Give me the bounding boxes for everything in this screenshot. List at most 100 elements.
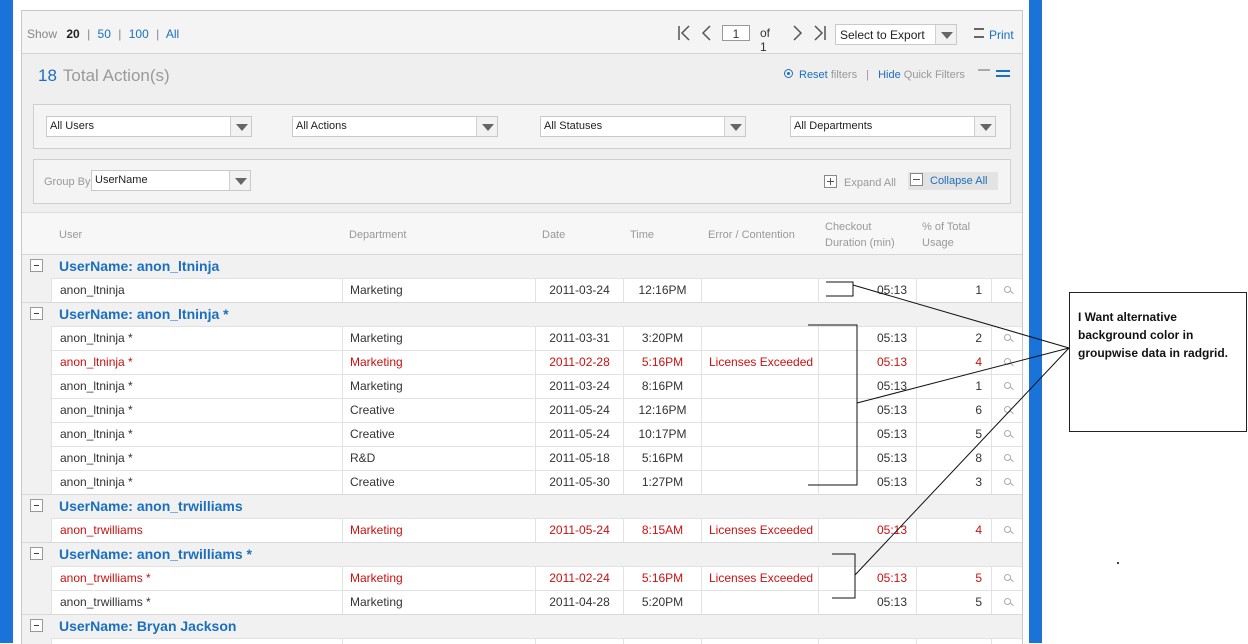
reset-filters-link[interactable]: Reset xyxy=(799,69,828,81)
first-page-icon[interactable] xyxy=(676,23,692,43)
group-by-dropdown[interactable]: UserName xyxy=(91,170,251,191)
details-cell[interactable] xyxy=(991,399,1022,422)
print-button[interactable]: Print xyxy=(974,28,1014,42)
magnifier-icon[interactable] xyxy=(1003,286,1011,293)
magnifier-icon[interactable] xyxy=(1003,454,1011,461)
cell-error xyxy=(701,399,818,422)
table-row[interactable]: anon_ltninja * R&D 2011-05-18 5:16PM 05:13 8 xyxy=(22,446,1022,470)
magnifier-icon[interactable] xyxy=(1003,598,1011,605)
export-dropdown[interactable]: Select to Export xyxy=(835,24,957,45)
compact-view-icon[interactable] xyxy=(978,69,990,71)
details-cell[interactable] xyxy=(991,351,1022,374)
magnifier-icon[interactable] xyxy=(1003,382,1011,389)
group-header-row: UserName: anon_trwilliams * xyxy=(22,542,1022,566)
column-header-duration[interactable]: Checkout Duration (min) xyxy=(825,219,895,251)
chevron-down-icon[interactable] xyxy=(476,117,497,136)
collapse-group-icon[interactable] xyxy=(30,547,43,560)
magnifier-icon[interactable] xyxy=(1003,334,1011,341)
cell-usage: 8 xyxy=(916,639,991,644)
cell-department: Creative xyxy=(342,423,535,446)
collapse-group-icon[interactable] xyxy=(30,619,43,632)
chevron-down-icon[interactable] xyxy=(974,117,995,136)
chevron-down-icon[interactable] xyxy=(935,25,956,44)
cell-usage: 1 xyxy=(916,375,991,398)
stray-dot xyxy=(1117,562,1119,564)
table-row[interactable]: anon_trwilliams * Marketing 2011-04-28 5:20… xyxy=(22,590,1022,614)
page-size-all[interactable]: All xyxy=(166,27,179,41)
magnifier-icon[interactable] xyxy=(1003,406,1011,413)
column-header-usage[interactable]: % of Total Usage xyxy=(922,219,970,251)
list-view-icon[interactable] xyxy=(996,70,1010,80)
cell-time: 1:27PM xyxy=(623,471,701,494)
table-row[interactable]: Bryan JacksonAdministration2011-05-255:1… xyxy=(22,638,1022,644)
chevron-down-icon[interactable] xyxy=(724,117,745,136)
table-row[interactable]: anon_ltninja * Marketing 2011-03-24 8:16PM 0… xyxy=(22,374,1022,398)
details-cell[interactable] xyxy=(991,567,1022,590)
page-number-input[interactable]: 1 xyxy=(722,25,750,41)
cell-error: Licenses Exceeded xyxy=(701,519,818,542)
cell-user: anon_trwilliams xyxy=(51,519,342,542)
column-header-date[interactable]: Date xyxy=(542,227,565,243)
chevron-down-icon[interactable] xyxy=(229,171,250,190)
table-row[interactable]: anon_ltninja * Marketing 2011-02-28 5:16PM L… xyxy=(22,350,1022,374)
details-cell[interactable] xyxy=(991,327,1022,350)
statuses-filter-dropdown[interactable]: All Statuses xyxy=(540,116,746,137)
chevron-down-icon[interactable] xyxy=(230,117,251,136)
departments-filter-dropdown[interactable]: All Departments xyxy=(790,116,996,137)
page-size-100[interactable]: 100 xyxy=(129,27,149,41)
print-label: Print xyxy=(989,28,1014,42)
table-row[interactable]: anon_ltninja * Creative 2011-05-24 12:16PM 0… xyxy=(22,398,1022,422)
group-header-row: UserName: anon_ltninja xyxy=(22,254,1022,278)
collapse-group-icon[interactable] xyxy=(30,499,43,512)
details-cell[interactable] xyxy=(991,519,1022,542)
users-filter-dropdown[interactable]: All Users xyxy=(46,116,252,137)
details-cell[interactable] xyxy=(991,423,1022,446)
details-cell[interactable] xyxy=(991,591,1022,614)
collapse-group-icon[interactable] xyxy=(30,307,43,320)
group-indent xyxy=(22,326,51,350)
actions-filter-dropdown[interactable]: All Actions xyxy=(292,116,498,137)
magnifier-icon[interactable] xyxy=(1003,430,1011,437)
expand-all-button[interactable]: Expand All xyxy=(824,175,896,189)
cell-user: Bryan Jackson xyxy=(51,639,342,644)
group-by-value: UserName xyxy=(95,174,148,186)
cell-department: Marketing xyxy=(342,327,535,350)
details-cell[interactable] xyxy=(991,279,1022,302)
column-header-user[interactable]: User xyxy=(59,227,82,243)
cell-duration: 05:13 xyxy=(818,471,916,494)
page-size-50[interactable]: 50 xyxy=(98,27,111,41)
cell-error xyxy=(701,279,818,302)
table-row[interactable]: anon_ltninja * Creative 2011-05-24 10:17PM 0… xyxy=(22,422,1022,446)
grid-header: User Department Date Time Error / Conten… xyxy=(22,212,1022,255)
right-window-border xyxy=(1029,0,1042,643)
column-header-time[interactable]: Time xyxy=(630,227,654,243)
collapse-all-button[interactable]: Collapse All xyxy=(908,172,998,190)
table-row[interactable]: anon_trwilliams Marketing 2011-05-24 8:15AM… xyxy=(22,518,1022,542)
page-size-20[interactable]: 20 xyxy=(66,27,79,41)
cell-user: anon_trwilliams * xyxy=(51,591,342,614)
cell-date: 2011-04-28 xyxy=(535,591,623,614)
last-page-icon[interactable] xyxy=(812,23,828,43)
column-header-department[interactable]: Department xyxy=(349,227,406,243)
next-page-icon[interactable] xyxy=(790,23,806,43)
magnifier-icon[interactable] xyxy=(1003,358,1011,365)
magnifier-icon[interactable] xyxy=(1003,478,1011,485)
table-row[interactable]: anon_ltninja * Creative 2011-05-30 1:27PM 05… xyxy=(22,470,1022,494)
table-row[interactable]: anon_ltninja Marketing 2011-03-24 12:16PM 05… xyxy=(22,278,1022,302)
details-cell[interactable] xyxy=(991,639,1022,644)
magnifier-icon[interactable] xyxy=(1003,574,1011,581)
duration-header-line2: Duration (min) xyxy=(825,237,895,249)
collapse-group-icon[interactable] xyxy=(30,259,43,272)
hide-quick-filters-link[interactable]: Hide xyxy=(878,69,901,81)
table-row[interactable]: anon_ltninja * Marketing 2011-03-31 3:20PM 0… xyxy=(22,326,1022,350)
details-cell[interactable] xyxy=(991,375,1022,398)
column-header-error[interactable]: Error / Contention xyxy=(708,227,795,243)
cell-department: Marketing xyxy=(342,519,535,542)
details-cell[interactable] xyxy=(991,447,1022,470)
magnifier-icon[interactable] xyxy=(1003,526,1011,533)
previous-page-icon[interactable] xyxy=(698,23,714,43)
details-cell[interactable] xyxy=(991,471,1022,494)
group-header-row: UserName: Bryan Jackson xyxy=(22,614,1022,638)
separator: | xyxy=(118,27,122,41)
table-row[interactable]: anon_trwilliams * Marketing 2011-02-24 5:16… xyxy=(22,566,1022,590)
